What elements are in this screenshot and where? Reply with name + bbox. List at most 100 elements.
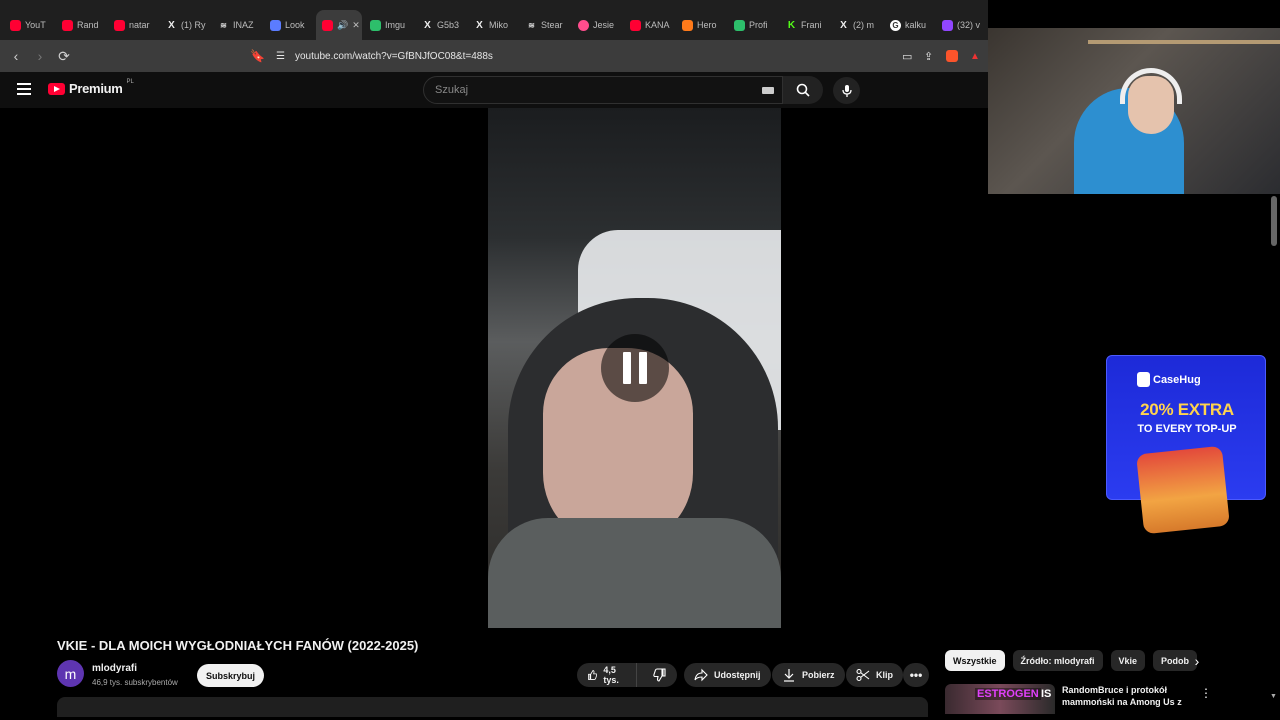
tab-label: natar xyxy=(129,20,150,30)
share-button[interactable]: Udostępnij xyxy=(684,663,771,687)
channel-name[interactable]: mlodyrafi xyxy=(92,663,137,674)
clip-button[interactable]: Klip xyxy=(846,663,903,687)
kebab-menu-icon[interactable]: ⋮ xyxy=(1200,686,1212,700)
brave-icon[interactable] xyxy=(946,50,958,62)
recommendation-thumbnail[interactable]: ESTROGEN IS xyxy=(945,684,1055,714)
browser-tab[interactable]: X Miko xyxy=(468,10,518,40)
speaker-icon[interactable]: 🔊 xyxy=(337,20,348,31)
site-info-icon[interactable]: ☰ xyxy=(276,51,285,62)
tab-label: Imgu xyxy=(385,20,406,30)
back-icon[interactable]: ‹ xyxy=(6,46,26,66)
chip-source[interactable]: Źródło: mlodyrafi xyxy=(1012,650,1103,671)
browser-tab[interactable]: Rand xyxy=(56,10,106,40)
tab-label: (1) Ry xyxy=(181,20,206,30)
rewards-icon[interactable]: ▲ xyxy=(970,51,980,62)
search-input[interactable]: Szukaj xyxy=(423,76,783,104)
browser-tab[interactable]: X G5b3 xyxy=(416,10,466,40)
more-icon: ••• xyxy=(909,668,923,682)
scrollbar[interactable] xyxy=(1271,196,1277,246)
download-button[interactable]: Pobierz xyxy=(772,663,845,687)
thumbnail-tag: ESTROGEN xyxy=(975,688,1041,700)
thumb-up-icon xyxy=(588,670,598,680)
pause-icon xyxy=(639,352,647,384)
cast-icon[interactable]: ▭ xyxy=(902,50,912,63)
chip-all[interactable]: Wszystkie xyxy=(945,650,1005,671)
youtube-header: Premium PL Szukaj xyxy=(0,72,988,108)
like-button[interactable]: 4,5 tys. xyxy=(577,663,637,687)
browser-tab[interactable]: natar xyxy=(108,10,158,40)
tab-label: Rand xyxy=(77,20,99,30)
voice-search-button[interactable] xyxy=(833,77,860,104)
browser-tab[interactable]: Imgu xyxy=(364,10,414,40)
youtube-play-icon xyxy=(48,82,65,95)
browser-tab[interactable]: Gkalku xyxy=(884,10,934,40)
pink-icon xyxy=(578,19,589,31)
thumbnail-tag-2: IS xyxy=(1041,688,1052,700)
share-arrow-icon xyxy=(694,668,708,682)
browser-tab[interactable]: KANA xyxy=(624,10,674,40)
browser-tab[interactable]: Profi xyxy=(728,10,778,40)
webcam-overlay xyxy=(988,28,1280,194)
browser-tab[interactable]: YouT xyxy=(4,10,54,40)
browser-tab-active[interactable]: 🔊 ✕ xyxy=(316,10,362,40)
tab-label: Frani xyxy=(801,20,822,30)
description-box[interactable] xyxy=(57,697,928,717)
tab-label: INAZ xyxy=(233,20,254,30)
scroll-down-icon[interactable]: ▼ xyxy=(1270,693,1277,700)
tab-label: (32) v xyxy=(957,20,981,30)
tab-label: Profi xyxy=(749,20,768,30)
browser-tab[interactable]: X (1) Ry xyxy=(160,10,210,40)
tab-label: YouT xyxy=(25,20,46,30)
x-icon: X xyxy=(840,19,847,31)
reload-icon[interactable]: ⟳ xyxy=(54,46,74,66)
browser-tab[interactable]: ≋ Stear xyxy=(520,10,570,40)
youtube-logo[interactable]: Premium PL xyxy=(48,79,134,96)
browser-tab[interactable]: Hero xyxy=(676,10,726,40)
browser-tab[interactable]: Look xyxy=(264,10,314,40)
download-label: Pobierz xyxy=(802,670,835,680)
address-bar[interactable]: 🔖 ☰ youtube.com/watch?v=GfBNJfOC08&t=488… xyxy=(244,44,984,68)
x-icon: X xyxy=(168,19,175,31)
like-count: 4,5 tys. xyxy=(603,665,619,685)
browser-tab[interactable]: K Frani xyxy=(780,10,830,40)
ad-chest-image xyxy=(1136,445,1230,535)
ad-headline: 20% EXTRA xyxy=(1140,400,1234,419)
chevron-right-icon[interactable]: › xyxy=(1188,653,1206,669)
recommendation-title[interactable]: RandomBruce i protokół mammoński na Amon… xyxy=(1062,684,1192,708)
browser-tab[interactable]: Jesie xyxy=(572,10,622,40)
search-button[interactable] xyxy=(783,76,823,104)
menu-icon[interactable] xyxy=(17,83,31,95)
tab-label: (2) m xyxy=(853,20,874,30)
url-text[interactable]: youtube.com/watch?v=GfBNJfOC08&t=488s xyxy=(295,51,493,62)
forward-icon[interactable]: › xyxy=(30,46,50,66)
channel-avatar[interactable]: m xyxy=(57,660,84,687)
youtube-icon xyxy=(10,19,21,31)
download-icon xyxy=(784,669,794,682)
browser-tab[interactable]: ≋ INAZ xyxy=(212,10,262,40)
chip-vkie[interactable]: Vkie xyxy=(1110,650,1146,671)
dislike-button[interactable] xyxy=(643,663,677,687)
browser-tab-strip: YouT Rand natar X (1) Ry ≋ INAZ Look 🔊 ✕ Im… xyxy=(0,0,988,40)
browser-tab[interactable]: (32) v xyxy=(936,10,986,40)
tab-label: Hero xyxy=(697,20,717,30)
green-icon xyxy=(734,19,745,31)
video-title: VKIE - DLA MOICH WYGŁODNIAŁYCH FANÓW (20… xyxy=(57,638,419,653)
close-icon[interactable]: ✕ xyxy=(352,20,360,31)
subscribe-button[interactable]: Subskrybuj xyxy=(197,664,264,687)
share-label: Udostępnij xyxy=(714,670,761,680)
browser-tab[interactable]: X (2) m xyxy=(832,10,882,40)
share-icon[interactable]: ⇪ xyxy=(924,50,933,63)
like-dislike-group: 4,5 tys. xyxy=(577,663,677,687)
mic-icon xyxy=(841,84,852,97)
tab-label: Stear xyxy=(541,20,563,30)
kick-icon: K xyxy=(787,19,796,31)
browser-toolbar: ‹ › ⟳ 🔖 ☰ youtube.com/watch?v=GfBNJfOC08… xyxy=(0,40,988,72)
bookmark-icon[interactable]: 🔖 xyxy=(250,49,265,63)
more-actions-button[interactable]: ••• xyxy=(903,663,929,687)
search-placeholder: Szukaj xyxy=(435,84,469,96)
orange-icon xyxy=(682,19,693,31)
scissors-icon xyxy=(856,668,870,682)
pause-button[interactable] xyxy=(601,334,669,402)
keyboard-icon[interactable] xyxy=(762,87,774,94)
search-icon xyxy=(796,83,810,97)
